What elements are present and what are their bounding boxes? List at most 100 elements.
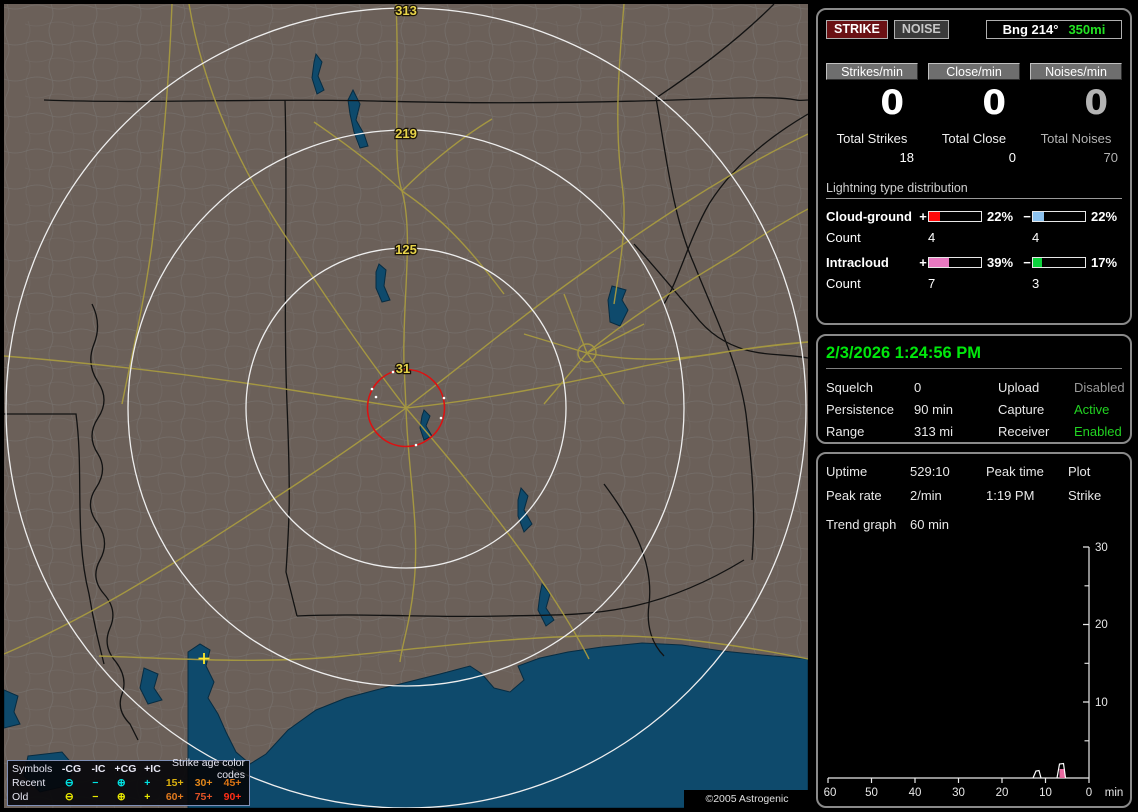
upload-label: Upload: [998, 380, 1040, 395]
noises-counter-column: Noises/min 0 Total Noises 70: [1030, 63, 1122, 165]
x-tick-20: 20: [996, 787, 1009, 799]
age-code-30: 30+: [194, 777, 213, 789]
trend-axes: [827, 546, 1090, 783]
x-tick-10: 10: [1039, 787, 1052, 799]
strikes-counter-column: Strikes/min 0 Total Strikes 18: [826, 63, 918, 165]
noises-per-min-button[interactable]: Noises/min: [1030, 63, 1122, 80]
strikes-per-min-button[interactable]: Strikes/min: [826, 63, 918, 80]
ic-negative-bar: [1032, 256, 1086, 268]
capture-label: Capture: [998, 402, 1045, 417]
bearing-value: Bng 214°: [1002, 22, 1059, 37]
age-code-45: 45+: [223, 777, 242, 789]
ic-positive-bar: [928, 256, 982, 268]
x-tick-0: 0: [1086, 787, 1092, 799]
cg-negative-count: 4: [1032, 229, 1040, 245]
total-close-label: Total Close: [941, 130, 1007, 146]
symbol-legend: Symbols -CG -IC +CG +IC Strike age color…: [7, 757, 250, 806]
radar-map[interactable]: 313 219 125 31 Symbols -CG -IC +CG +IC S…: [4, 4, 808, 808]
legend-col-pos-cg: +CG: [114, 763, 137, 775]
close-counter-column: Close/min 0 Total Close 0: [928, 63, 1020, 165]
y-tick-20: 20: [1095, 619, 1108, 631]
total-noises-label: Total Noises: [1040, 130, 1112, 146]
total-strikes-label: Total Strikes: [836, 130, 908, 146]
trend-graph: 30 20 10 60 50 40 30 20 10 0 min: [824, 542, 1124, 799]
trend-panel: Uptime 529:10 Peak time Plot Peak rate 2…: [816, 452, 1132, 808]
copyright-label: ©2005 Astrogenic Systems: [684, 790, 808, 808]
squelch-value: 0: [914, 380, 922, 395]
persistence-label: Persistence: [826, 402, 894, 417]
strikes-per-min-value: 0: [880, 83, 904, 123]
close-per-min-value: 0: [982, 83, 1006, 123]
y-tick-10: 10: [1095, 697, 1108, 709]
ic-positive-count: 7: [928, 275, 936, 291]
age-code-90: 90+: [223, 791, 242, 803]
age-code-60: 60+: [165, 791, 184, 803]
minus-sign: −: [1023, 254, 1031, 270]
total-close-value: 0: [1008, 149, 1016, 165]
old-neg-ic-icon: −: [92, 791, 99, 803]
bearing-readout: Bng 214° 350mi: [986, 20, 1122, 39]
datetime-display: 2/3/2026 1:24:56 PM: [826, 344, 1122, 369]
cg-positive-bar: [928, 210, 982, 222]
distribution-title: Lightning type distribution: [826, 181, 1122, 199]
legend-row-recent-label: Recent: [12, 777, 46, 789]
age-code-75: 75+: [194, 791, 213, 803]
x-tick-40: 40: [909, 787, 922, 799]
range-label: Range: [826, 424, 865, 439]
plus-sign: +: [919, 208, 927, 224]
legend-symbols-header: Symbols: [12, 763, 53, 775]
age-code-15: 15+: [165, 777, 184, 789]
ic-negative-count: 3: [1032, 275, 1040, 291]
cg-positive-pct: 22%: [987, 208, 1014, 224]
cloud-ground-count-row: Count 4 4: [826, 230, 1122, 245]
ring-label-219: 219: [395, 126, 417, 141]
recent-pos-ic-icon: +: [144, 777, 151, 789]
ring-label-313: 313: [395, 4, 417, 18]
minus-sign: −: [1023, 208, 1031, 224]
control-sidebar: STRIKE NOISE Bng 214° 350mi Strikes/min 0…: [816, 0, 1132, 812]
old-neg-cg-icon: ⊖: [64, 791, 74, 803]
upload-status: Disabled: [1074, 380, 1125, 395]
cg-positive-count: 4: [928, 229, 936, 245]
noise-toggle-button[interactable]: NOISE: [893, 20, 949, 39]
cloud-ground-row: Cloud-ground + 22% − 22%: [826, 209, 1122, 224]
squelch-label: Squelch: [826, 380, 873, 395]
x-axis-unit: min: [1105, 787, 1124, 799]
noises-per-min-value: 0: [1084, 83, 1108, 123]
cg-negative-bar: [1032, 210, 1086, 222]
status-panel: 2/3/2026 1:24:56 PM Squelch 0 Upload Dis…: [816, 334, 1132, 444]
range-value: 313 mi: [914, 424, 954, 439]
close-per-min-button[interactable]: Close/min: [928, 63, 1020, 80]
ring-label-31: 31: [396, 361, 410, 376]
map-canvas: 313 219 125 31: [4, 4, 808, 808]
persistence-value: 90 min: [914, 402, 954, 417]
distance-value: 350mi: [1068, 22, 1106, 37]
intracloud-count-row: Count 7 3: [826, 276, 1122, 291]
total-strikes-value: 18: [899, 149, 914, 165]
receiver-status: Enabled: [1074, 424, 1122, 439]
count-label: Count: [826, 229, 861, 245]
status-grid: Squelch 0 Upload Disabled Persistence 90…: [826, 380, 1125, 439]
receiver-label: Receiver: [998, 424, 1050, 439]
recent-neg-cg-icon: ⊖: [64, 777, 74, 789]
capture-status: Active: [1074, 402, 1110, 417]
counters-panel: STRIKE NOISE Bng 214° 350mi Strikes/min 0…: [816, 8, 1132, 325]
count-label: Count: [826, 275, 861, 291]
x-tick-30: 30: [952, 787, 965, 799]
old-pos-ic-icon: +: [144, 791, 151, 803]
y-tick-30: 30: [1095, 542, 1108, 554]
recent-pos-cg-icon: ⊕: [116, 777, 126, 789]
x-tick-60: 60: [824, 787, 837, 799]
legend-col-neg-ic: -IC: [91, 763, 106, 775]
old-pos-cg-icon: ⊕: [116, 791, 126, 803]
x-tick-50: 50: [865, 787, 878, 799]
ring-label-125: 125: [395, 242, 417, 257]
intracloud-row: Intracloud + 39% − 17%: [826, 255, 1122, 270]
cloud-ground-label: Cloud-ground: [826, 208, 912, 224]
strike-toggle-button[interactable]: STRIKE: [826, 20, 888, 39]
ic-negative-pct: 17%: [1091, 254, 1118, 270]
ic-positive-pct: 39%: [987, 254, 1014, 270]
recent-neg-ic-icon: −: [92, 777, 99, 789]
cg-negative-pct: 22%: [1091, 208, 1118, 224]
legend-row-old-label: Old: [12, 791, 29, 803]
